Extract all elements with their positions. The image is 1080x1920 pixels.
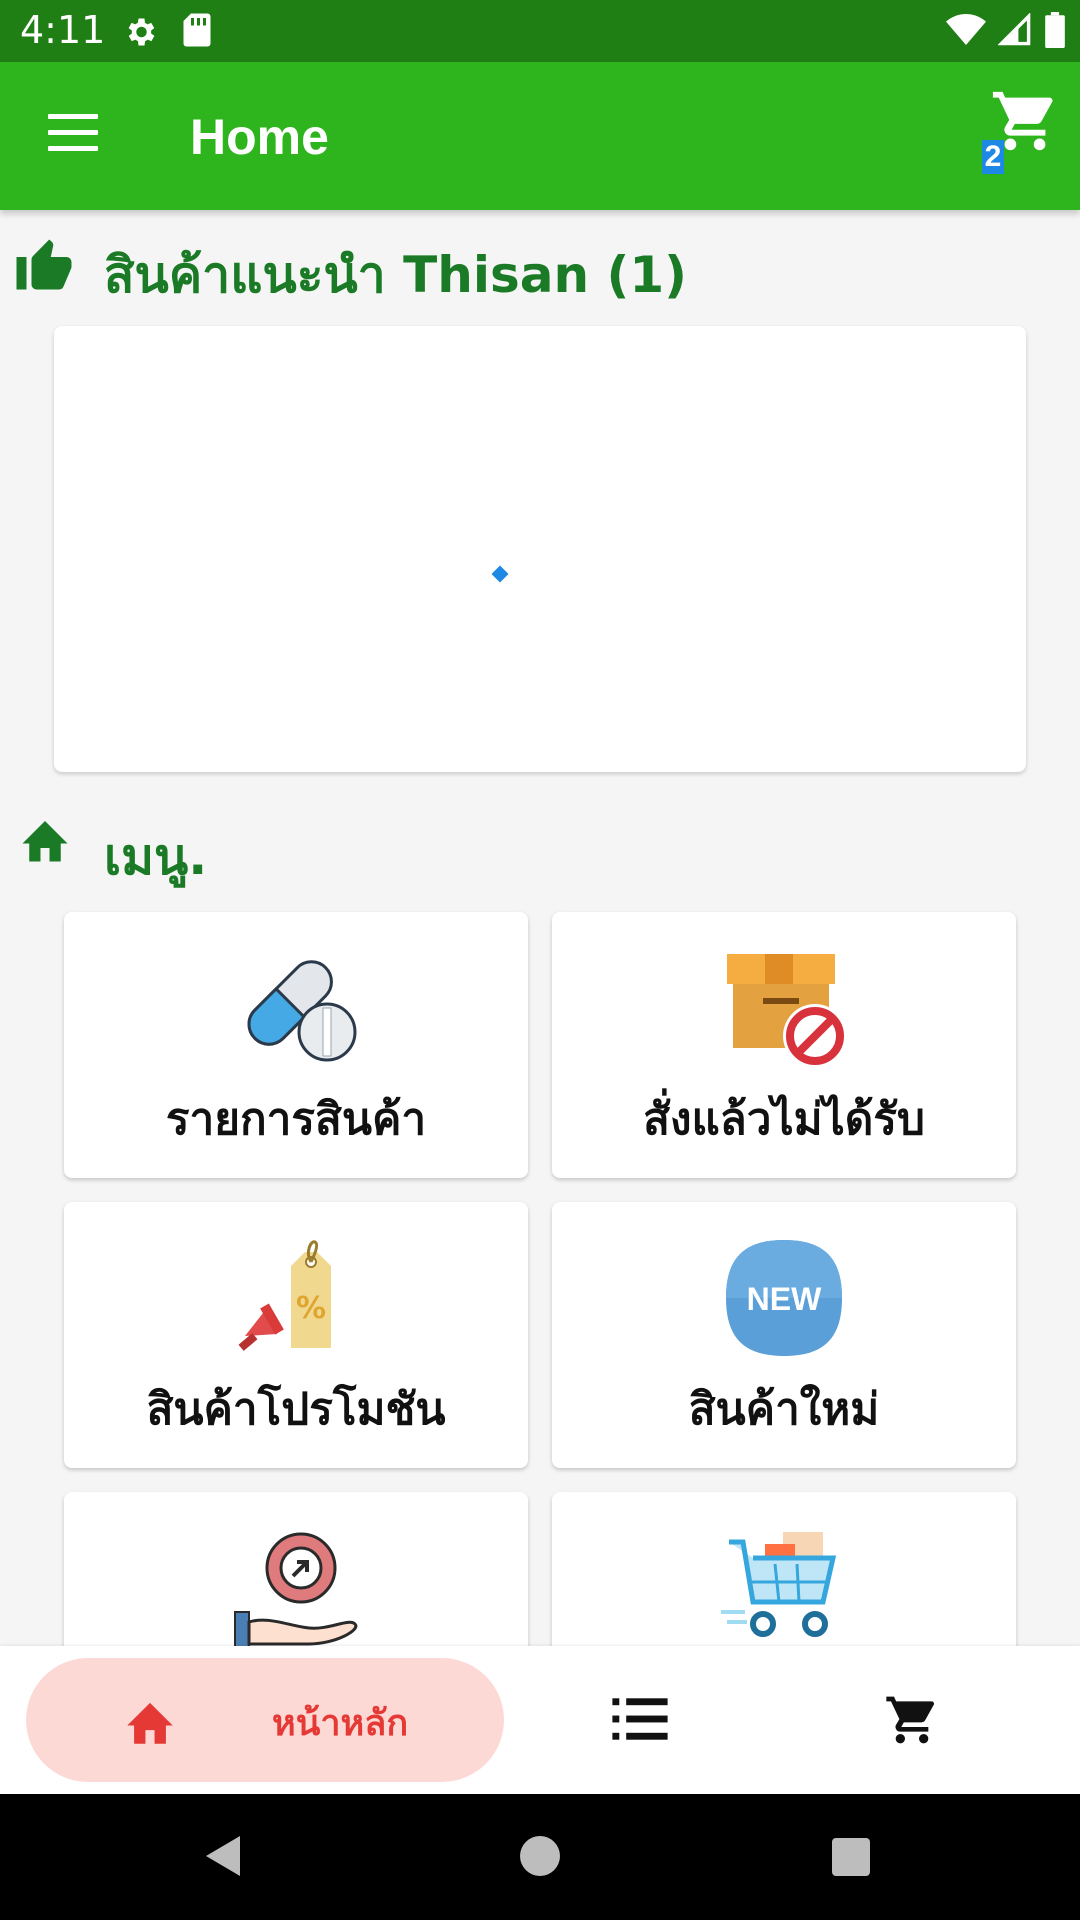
status-time: 4:11 — [20, 8, 106, 52]
hand-send-icon — [234, 1532, 358, 1648]
recommended-title: สินค้าแนะนำ Thisan (1) — [104, 246, 687, 304]
cart-icon — [886, 1696, 935, 1744]
shopping-cart-boxes-icon — [721, 1532, 837, 1637]
menu-item-label: สินค้าโปรโมชัน — [146, 1384, 446, 1435]
nav-list-tab[interactable] — [612, 1696, 668, 1746]
hamburger-menu-icon[interactable] — [48, 114, 98, 154]
settings-gear-icon — [122, 14, 158, 54]
app-bar: Home 2 — [0, 62, 1080, 210]
battery-icon — [1044, 12, 1066, 52]
menu-item-product-list[interactable]: รายการสินค้า — [64, 912, 528, 1178]
menu-item-label: สั่งแล้วไม่ได้รับ — [643, 1094, 925, 1145]
new-badge-icon: NEW — [726, 1240, 842, 1356]
box-blocked-icon — [727, 954, 847, 1068]
menu-item-label: สินค้าใหม่ — [688, 1384, 880, 1435]
home-circle-icon[interactable] — [520, 1836, 560, 1876]
svg-text:NEW: NEW — [747, 1281, 822, 1317]
menu-item-label: รายการสินค้า — [165, 1094, 427, 1145]
menu-item-new-products[interactable]: NEW สินค้าใหม่ — [552, 1202, 1016, 1468]
home-icon — [18, 814, 72, 868]
recommended-products-card[interactable] — [54, 326, 1026, 772]
pill-capsule-icon — [247, 960, 357, 1062]
status-bar: 4:11 — [0, 0, 1080, 62]
signal-icon — [997, 12, 1032, 51]
home-icon — [122, 1696, 178, 1750]
nav-home-label: หน้าหลัก — [272, 1703, 409, 1744]
nav-cart-tab[interactable] — [884, 1692, 940, 1752]
svg-text:%: % — [296, 1291, 326, 1326]
back-icon[interactable] — [204, 1834, 244, 1882]
wifi-icon — [946, 13, 986, 51]
thumbs-up-icon — [14, 234, 74, 294]
sd-card-icon — [182, 12, 212, 52]
page-title: Home — [190, 109, 329, 165]
loading-spinner-icon — [491, 565, 509, 583]
list-icon — [612, 1698, 668, 1740]
menu-item-not-received[interactable]: สั่งแล้วไม่ได้รับ — [552, 912, 1016, 1178]
menu-section-header: เมนู. — [0, 808, 1080, 888]
recent-apps-icon[interactable] — [832, 1838, 870, 1876]
cart-count-badge: 2 — [982, 140, 1004, 174]
promotion-tag-icon: % — [238, 1240, 331, 1351]
system-navigation-bar — [0, 1794, 1080, 1920]
nav-home-tab[interactable]: หน้าหลัก — [26, 1658, 504, 1782]
menu-item-promotion[interactable]: % สินค้าโปรโมชัน — [64, 1202, 528, 1468]
menu-title: เมนู. — [104, 828, 208, 886]
bottom-navigation: หน้าหลัก — [0, 1646, 1080, 1794]
recommended-section-header: สินค้าแนะนำ Thisan (1) — [0, 226, 1080, 306]
